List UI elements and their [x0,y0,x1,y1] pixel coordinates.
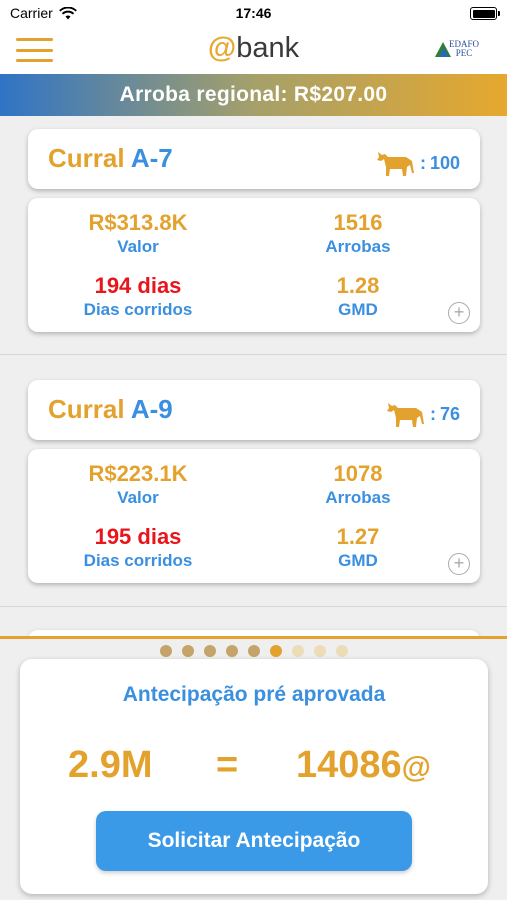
divider [0,606,507,607]
plus-circle-icon[interactable]: + [448,553,470,575]
plus-circle-icon[interactable]: + [448,302,470,324]
corral-card-header[interactable]: Curral A-7 :100 [28,129,480,189]
page-dot[interactable] [291,645,304,657]
status-bar: Carrier 17:46 [0,0,507,26]
divider [0,354,507,355]
corral-title: Curral A-7 [48,143,173,173]
app-header: @bank EDAFO PEC [0,26,507,74]
corral-card-body: R$313.8K Valor 1516 Arrobas 194 dias Dias c… [28,198,480,332]
page-dot[interactable] [225,645,238,657]
corral-card-body: R$223.1K Valor 1078 Arrobas 195 dias Dias c… [28,449,480,583]
cattle-count: :76 [386,400,460,428]
partner-logo: EDAFO PEC [435,40,483,62]
page-dot[interactable] [335,645,348,657]
dias-stat: 195 dias Dias corridos [83,524,193,570]
corral-title: Curral A-9 [48,394,173,424]
corral-card-header[interactable]: Curral A-9 :76 [28,380,480,440]
valor-stat: R$313.8K Valor [88,210,188,256]
gmd-stat: 1.28 GMD [336,273,380,319]
page-dot[interactable] [159,645,172,657]
page-dot[interactable] [203,645,216,657]
battery-icon [470,7,500,20]
cattle-icon [376,152,414,176]
anticipation-heading: Antecipação pré aprovada [122,683,386,706]
anticipation-card: Antecipação pré aprovada 2.9M = 14086@ S… [20,659,488,894]
cattle-count: :100 [376,149,460,177]
page-dot-active[interactable] [269,645,282,657]
equals-sign: = [216,744,239,786]
corral-list[interactable]: Curral A-7 :100 R$313.8K Valor 1516 Arroba… [0,116,507,636]
arrobas-stat: 1078 Arrobas [325,461,391,507]
dias-stat: 194 dias Dias corridos [83,273,193,319]
request-anticipation-button[interactable]: Solicitar Antecipação [96,811,412,871]
regional-arroba-banner: Arroba regional: R$207.00 [0,74,507,116]
gmd-stat: 1.27 GMD [336,524,380,570]
anticipation-sheet: Antecipação pré aprovada 2.9M = 14086@ S… [0,639,507,900]
app-logo: @bank [207,32,300,64]
page-dot[interactable] [247,645,260,657]
page-dot[interactable] [181,645,194,657]
page-indicator[interactable] [0,645,507,657]
cattle-icon [386,403,424,427]
anticipation-amount: 2.9M [68,744,153,786]
page-dot[interactable] [313,645,326,657]
arrobas-stat: 1516 Arrobas [325,210,391,256]
clock: 17:46 [235,5,272,21]
anticipation-arrobas: 14086@ [296,744,431,786]
valor-stat: R$223.1K Valor [88,461,188,507]
